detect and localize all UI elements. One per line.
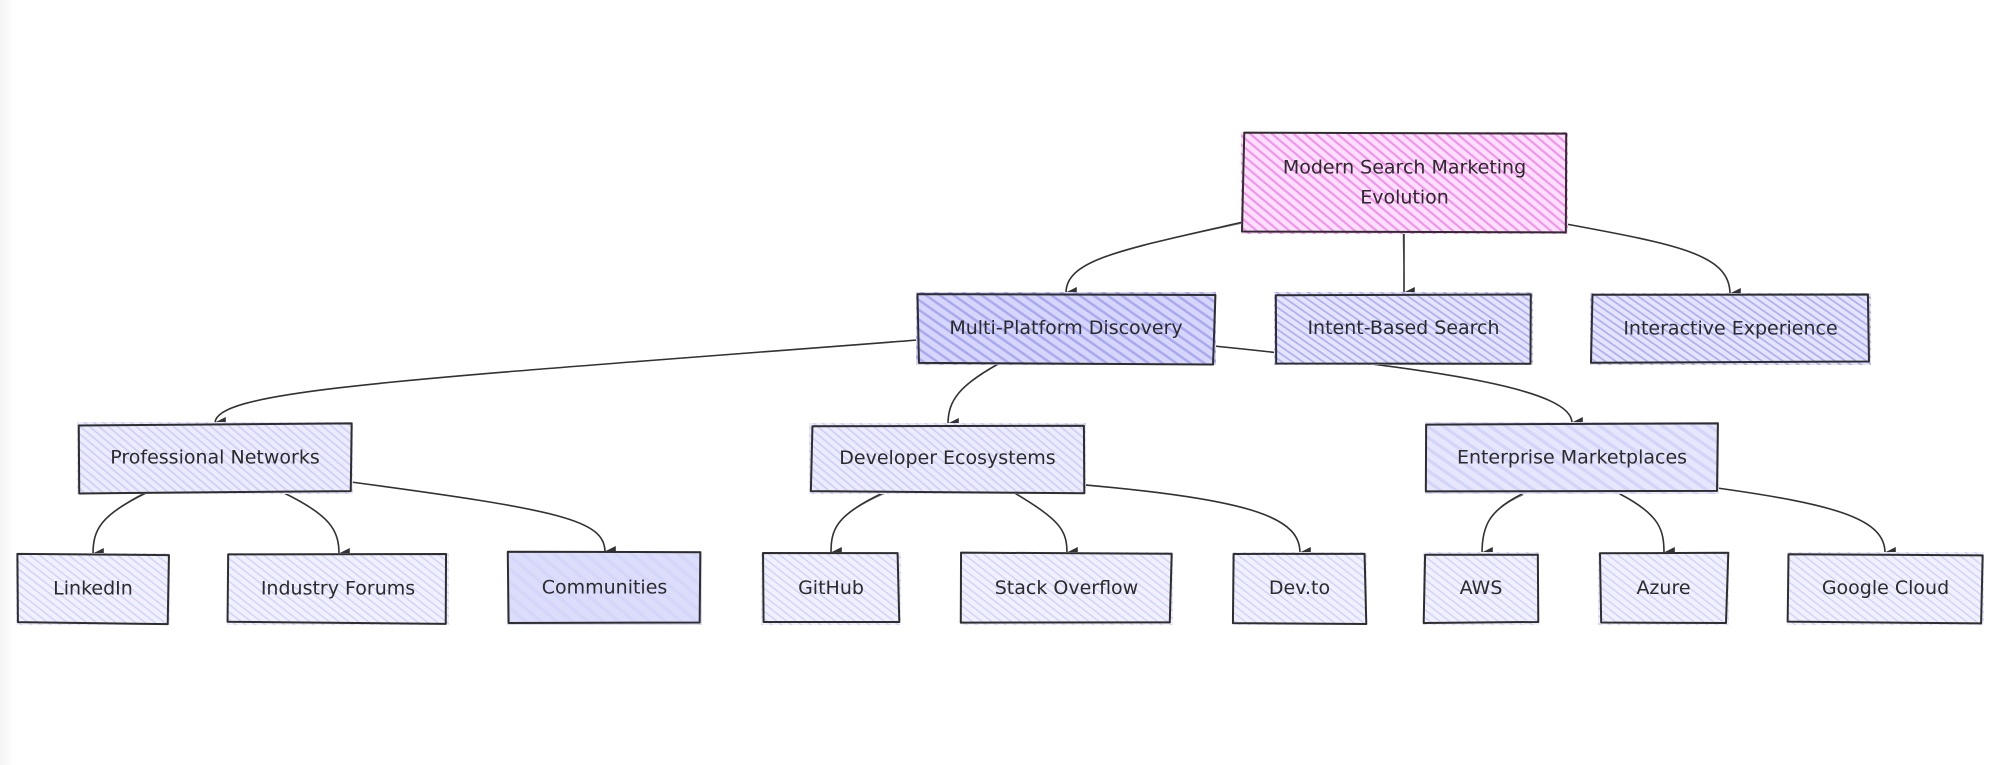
edge-root-to-mpd	[1064, 221, 1244, 300]
node-label: Intent-Based Search	[1307, 317, 1499, 339]
node-label: Stack Overflow	[995, 577, 1138, 599]
edges-layer	[91, 221, 1896, 561]
node-ie[interactable]: Interactive Experience	[1589, 293, 1871, 365]
node-label: GitHub	[798, 577, 864, 599]
edge-pn-to-forums	[281, 491, 350, 560]
edge-sketch-de-to-so	[1013, 492, 1068, 554]
edge-sketch-de-to-github	[830, 492, 887, 554]
node-label: Interactive Experience	[1623, 318, 1837, 340]
node-label: Azure	[1636, 577, 1690, 599]
node-label: Industry Forums	[261, 578, 415, 600]
edge-sketch-pn-to-linkedin	[92, 490, 148, 555]
edge-em-to-gcloud	[1716, 487, 1896, 559]
node-label: Multi-Platform Discovery	[949, 317, 1182, 339]
edge-sketch-em-to-azure	[1620, 494, 1665, 554]
node-label: LinkedIn	[53, 578, 133, 600]
node-devto[interactable]: Dev.to	[1231, 552, 1368, 625]
node-communities[interactable]: Communities	[506, 550, 702, 625]
node-label: Communities	[542, 577, 668, 599]
edge-pn-to-linkedin	[91, 491, 149, 561]
node-linkedin[interactable]: LinkedIn	[16, 552, 170, 626]
edge-sketch-de-to-devto	[1082, 483, 1301, 554]
node-github[interactable]: GitHub	[761, 552, 901, 625]
node-em[interactable]: Enterprise Marketplaces	[1424, 422, 1719, 494]
edge-de-to-devto	[1083, 484, 1311, 559]
node-label: Evolution	[1360, 187, 1449, 209]
edge-de-to-so	[1012, 491, 1078, 559]
node-aws[interactable]: AWS	[1422, 552, 1540, 625]
edge-sketch-mpd-to-de	[947, 362, 1001, 425]
edge-sketch-root-to-ie	[1565, 223, 1731, 295]
node-label: Dev.to	[1269, 577, 1330, 599]
edge-sketch-root-to-mpd	[1065, 222, 1245, 294]
node-label: Enterprise Marketplaces	[1457, 447, 1687, 469]
node-gcloud[interactable]: Google Cloud	[1786, 552, 1984, 625]
edge-mpd-to-de	[946, 362, 1001, 431]
diagram-canvas: Modern Search Marketing Evolution Multi-Pl…	[16, 131, 1984, 626]
nodes-layer: Modern Search Marketing Evolution Multi-Pl…	[16, 131, 1984, 626]
edge-sketch-em-to-gcloud	[1716, 487, 1886, 554]
edge-sketch-pn-to-forums	[281, 491, 340, 555]
node-azure[interactable]: Azure	[1598, 551, 1730, 625]
node-fill	[1241, 132, 1568, 234]
node-forums[interactable]: Industry Forums	[226, 553, 449, 625]
node-label: AWS	[1460, 577, 1503, 599]
node-root[interactable]: Modern Search Marketing Evolution	[1241, 131, 1568, 234]
node-label: Google Cloud	[1822, 577, 1949, 599]
node-so[interactable]: Stack Overflow	[959, 551, 1173, 625]
node-label: Professional Networks	[110, 447, 319, 469]
node-de[interactable]: Developer Ecosystems	[809, 423, 1086, 495]
edge-mpd-to-pn	[213, 339, 919, 430]
node-ibs[interactable]: Intent-Based Search	[1274, 292, 1533, 365]
edge-pn-to-communities	[350, 481, 616, 558]
node-mpd[interactable]: Multi-Platform Discovery	[916, 292, 1217, 366]
node-label: Developer Ecosystems	[839, 447, 1055, 469]
edge-sketch-mpd-to-pn	[214, 339, 919, 424]
node-label: Modern Search Marketing	[1283, 157, 1526, 179]
node-pn[interactable]: Professional Networks	[77, 422, 353, 495]
edge-sketch-pn-to-communities	[350, 481, 606, 553]
